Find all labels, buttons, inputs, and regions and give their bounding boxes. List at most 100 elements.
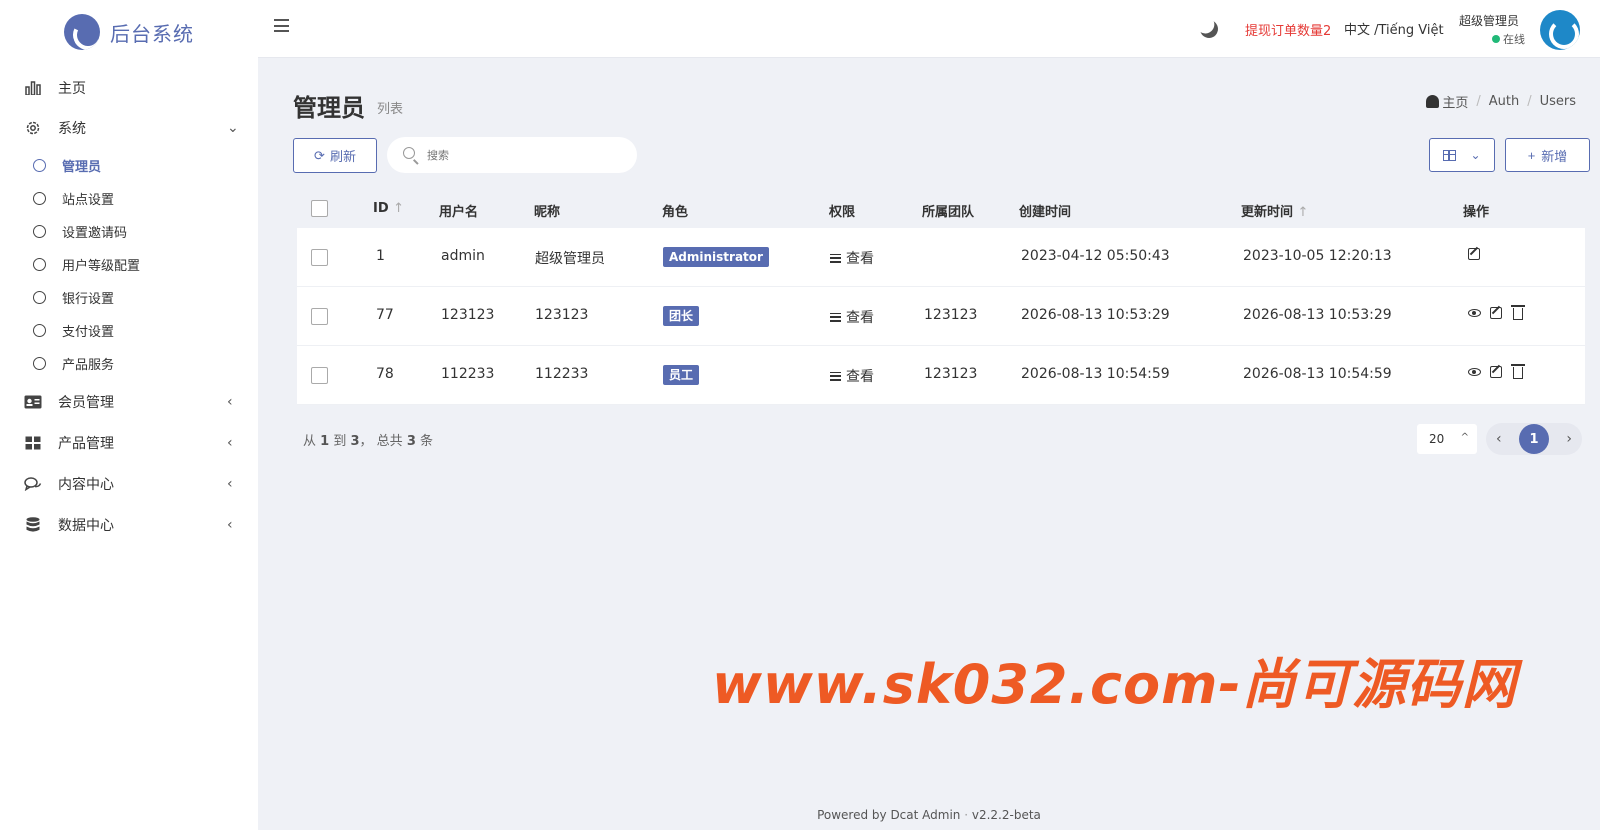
role-badge: 员工: [663, 365, 700, 385]
circle-icon: [33, 290, 46, 304]
sidebar-item-member[interactable]: 会员管理 ‹: [0, 385, 258, 419]
sidebar-item-system[interactable]: 系统 ⌄: [0, 111, 258, 145]
th-updated[interactable]: 更新时间 ↑: [1241, 201, 1308, 220]
row-checkbox[interactable]: [311, 249, 328, 266]
user-status: 在线: [1492, 31, 1525, 47]
breadcrumb-separator: /: [1527, 94, 1532, 109]
trash-icon[interactable]: [1511, 364, 1525, 379]
breadcrumb-home-label: 主页: [1442, 96, 1469, 111]
view-eye-icon[interactable]: [1467, 306, 1481, 320]
table-row: 77 123123 123123 团长 查看 123123 2026-08-13…: [297, 287, 1585, 346]
sidebar-subitem-invite-code[interactable]: 设置邀请码: [0, 217, 258, 245]
per-page-select[interactable]: 20 ^: [1417, 424, 1477, 454]
dashboard-icon: [1426, 95, 1440, 108]
next-page-icon[interactable]: ›: [1566, 431, 1572, 447]
role-badge: 团长: [663, 306, 700, 326]
watermark: www.sk032.com-尚可源码网: [712, 653, 1517, 716]
table-row: 1 admin 超级管理员 Administrator 查看 2023-04-1…: [297, 228, 1585, 287]
cell-username: 112233: [441, 366, 495, 382]
per-page-value: 20: [1429, 432, 1445, 446]
pager: ‹ 1 ›: [1486, 423, 1582, 455]
search-icon: [403, 147, 415, 159]
cell-username: 123123: [441, 307, 495, 323]
circle-icon: [33, 257, 46, 271]
edit-icon[interactable]: [1489, 365, 1503, 379]
dark-mode-moon-icon[interactable]: [1197, 17, 1220, 40]
trash-icon[interactable]: [1511, 305, 1525, 320]
powered-by[interactable]: Powered by Dcat Admin: [817, 808, 960, 822]
sidebar-subitem-label: 管理员: [62, 159, 102, 175]
select-all-checkbox[interactable]: [311, 200, 328, 217]
circle-icon: [33, 191, 46, 205]
sidebar-subitem-label: 用户等级配置: [62, 258, 141, 274]
search-input[interactable]: [427, 145, 617, 165]
user-name[interactable]: 超级管理员: [1459, 12, 1519, 29]
column-selector-button[interactable]: ⌄: [1429, 138, 1495, 172]
menu-toggle-icon[interactable]: [274, 19, 289, 33]
chevron-down-icon: ⌄: [1470, 148, 1481, 162]
id-card-icon: [24, 393, 42, 411]
row-checkbox[interactable]: [311, 367, 328, 384]
th-username: 用户名: [439, 205, 479, 220]
online-dot-icon: [1492, 35, 1500, 43]
view-permissions-link[interactable]: 查看: [830, 248, 874, 268]
th-id[interactable]: ID ↑: [373, 201, 404, 216]
view-permissions-link[interactable]: 查看: [830, 366, 874, 386]
add-button[interactable]: + 新增: [1505, 138, 1590, 172]
version: v2.2.2-beta: [971, 808, 1041, 822]
sidebar-subitem-payment-settings[interactable]: 支付设置: [0, 316, 258, 344]
language-switch[interactable]: 中文 /Tiếng Việt: [1344, 19, 1444, 38]
edit-icon[interactable]: [1489, 306, 1503, 320]
table-header: ID ↑ 用户名 昵称 角色 权限 所属团队 创建时间 更新时间 ↑ 操作: [293, 190, 1587, 228]
cell-nickname: 123123: [535, 307, 589, 323]
grid-icon: [24, 434, 42, 452]
sidebar-subitem-user-level[interactable]: 用户等级配置: [0, 250, 258, 278]
cell-created: 2023-04-12 05:50:43: [1021, 248, 1170, 264]
cell-id: 77: [376, 307, 394, 323]
prev-page-icon[interactable]: ‹: [1496, 431, 1502, 447]
page-1-button[interactable]: 1: [1519, 424, 1549, 454]
chevron-left-icon: ‹: [227, 476, 233, 492]
breadcrumb-auth[interactable]: Auth: [1489, 94, 1519, 109]
circle-icon: [33, 323, 46, 337]
page-subtitle: 列表: [377, 102, 404, 117]
chevron-up-icon: ^: [1460, 432, 1469, 443]
row-checkbox[interactable]: [311, 308, 328, 325]
sort-icon[interactable]: ↑: [1298, 205, 1309, 220]
sidebar-subitem-product-service[interactable]: 产品服务: [0, 349, 258, 377]
sidebar: 后台系统 主页 系统 ⌄ 管理员 站点设置 设置邀请码 用户等级配置 银行设置 …: [0, 0, 258, 830]
list-icon: [830, 253, 841, 263]
refresh-icon: ⟳: [314, 147, 325, 163]
view-permissions-link[interactable]: 查看: [830, 307, 874, 327]
edit-icon[interactable]: [1467, 247, 1481, 261]
row-actions: [1467, 305, 1525, 320]
row-actions: [1467, 247, 1481, 261]
gear-icon: [24, 119, 42, 137]
withdraw-orders-notice[interactable]: 提现订单数量2: [1245, 20, 1331, 39]
plus-icon: +: [1527, 147, 1536, 163]
comments-icon: [24, 475, 42, 493]
sidebar-item-data[interactable]: 数据中心 ‹: [0, 508, 258, 542]
sidebar-subitem-bank-settings[interactable]: 银行设置: [0, 283, 258, 311]
breadcrumb-home[interactable]: 主页: [1426, 92, 1468, 111]
sidebar-item-product[interactable]: 产品管理 ‹: [0, 426, 258, 460]
sort-icon[interactable]: ↑: [393, 201, 404, 216]
top-navbar: 提现订单数量2 中文 /Tiếng Việt 超级管理员 在线: [258, 0, 1600, 58]
th-team: 所属团队: [922, 205, 975, 220]
sidebar-subitem-admins[interactable]: 管理员: [0, 151, 258, 179]
view-eye-icon[interactable]: [1467, 365, 1481, 379]
sidebar-item-content[interactable]: 内容中心 ‹: [0, 467, 258, 501]
sidebar-subitem-label: 产品服务: [62, 357, 115, 373]
cell-nickname: 112233: [535, 366, 589, 382]
chevron-down-icon: ⌄: [227, 120, 239, 136]
th-role: 角色: [662, 205, 689, 220]
list-icon: [830, 312, 841, 322]
brand[interactable]: 后台系统: [64, 14, 194, 50]
avatar[interactable]: [1540, 10, 1580, 50]
footer: Powered by Dcat Admin · v2.2.2-beta: [817, 808, 1041, 822]
sidebar-item-home[interactable]: 主页: [0, 71, 258, 105]
th-created: 创建时间: [1019, 205, 1072, 220]
sidebar-subitem-site-settings[interactable]: 站点设置: [0, 184, 258, 212]
pagination-summary: 从 1 到 3， 总共 3 条: [303, 434, 434, 449]
refresh-button[interactable]: ⟳ 刷新: [293, 138, 377, 173]
